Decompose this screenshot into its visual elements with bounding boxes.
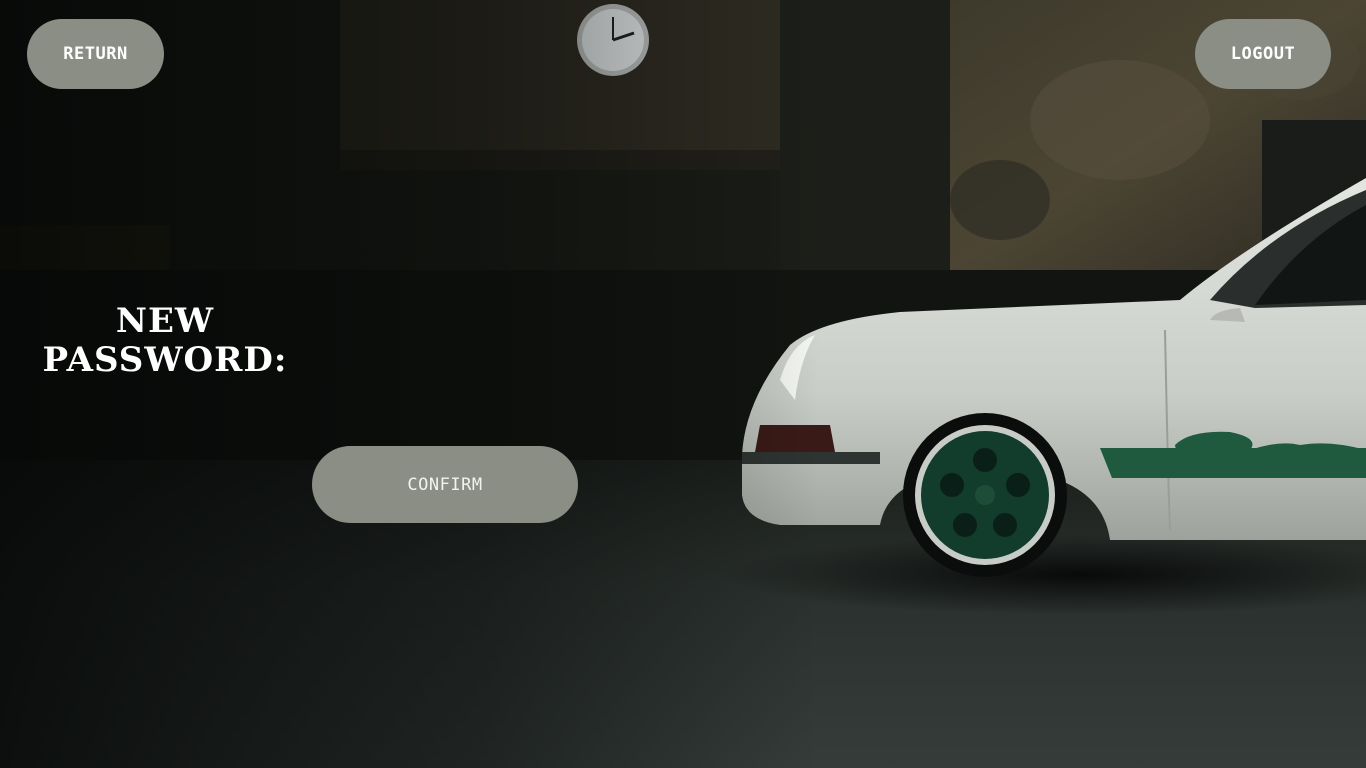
new-password-input[interactable] (312, 318, 616, 364)
confirm-button[interactable]: CONFIRM (312, 446, 578, 523)
background-image (0, 0, 1366, 768)
new-password-label: NEW PASSWORD: (42, 301, 288, 380)
page: RETURN LOGOUT NEW PASSWORD: CONFIRM (0, 0, 1366, 768)
logout-button[interactable]: LOGOUT (1195, 19, 1331, 89)
return-button[interactable]: RETURN (27, 19, 164, 89)
